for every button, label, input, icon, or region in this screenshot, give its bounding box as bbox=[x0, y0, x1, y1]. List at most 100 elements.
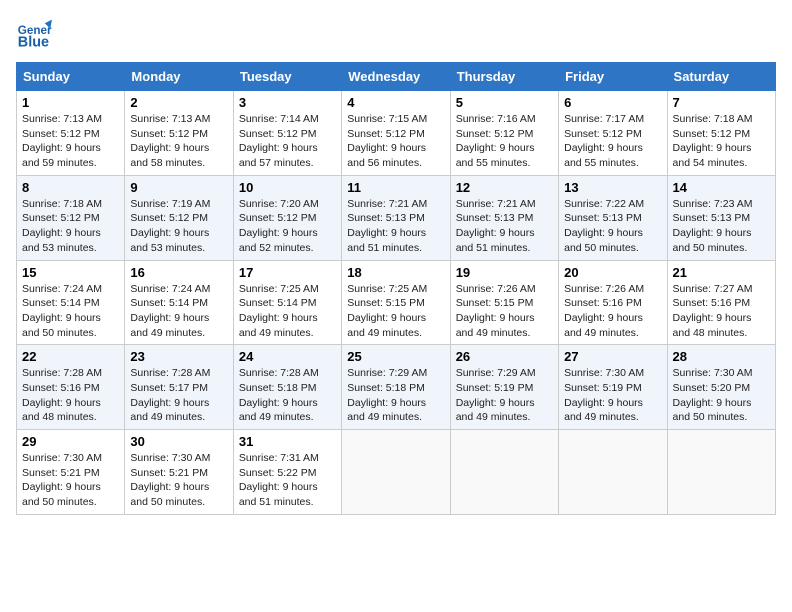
calendar-day-cell: 31 Sunrise: 7:31 AMSunset: 5:22 PMDaylig… bbox=[233, 430, 341, 515]
calendar-day-cell: 27 Sunrise: 7:30 AMSunset: 5:19 PMDaylig… bbox=[559, 345, 667, 430]
calendar-day-cell: 16 Sunrise: 7:24 AMSunset: 5:14 PMDaylig… bbox=[125, 260, 233, 345]
calendar-day-cell: 1 Sunrise: 7:13 AMSunset: 5:12 PMDayligh… bbox=[17, 91, 125, 176]
day-number: 17 bbox=[239, 265, 336, 280]
calendar-day-cell: 25 Sunrise: 7:29 AMSunset: 5:18 PMDaylig… bbox=[342, 345, 450, 430]
day-info: Sunrise: 7:13 AMSunset: 5:12 PMDaylight:… bbox=[22, 113, 102, 169]
day-number: 4 bbox=[347, 95, 444, 110]
calendar-day-cell: 15 Sunrise: 7:24 AMSunset: 5:14 PMDaylig… bbox=[17, 260, 125, 345]
day-info: Sunrise: 7:24 AMSunset: 5:14 PMDaylight:… bbox=[130, 283, 210, 339]
calendar-day-cell: 29 Sunrise: 7:30 AMSunset: 5:21 PMDaylig… bbox=[17, 430, 125, 515]
day-info: Sunrise: 7:30 AMSunset: 5:21 PMDaylight:… bbox=[130, 452, 210, 508]
day-number: 29 bbox=[22, 434, 119, 449]
header-monday: Monday bbox=[125, 63, 233, 91]
calendar-day-cell: 6 Sunrise: 7:17 AMSunset: 5:12 PMDayligh… bbox=[559, 91, 667, 176]
day-info: Sunrise: 7:17 AMSunset: 5:12 PMDaylight:… bbox=[564, 113, 644, 169]
day-info: Sunrise: 7:25 AMSunset: 5:14 PMDaylight:… bbox=[239, 283, 319, 339]
calendar-day-cell: 19 Sunrise: 7:26 AMSunset: 5:15 PMDaylig… bbox=[450, 260, 558, 345]
calendar-day-cell: 21 Sunrise: 7:27 AMSunset: 5:16 PMDaylig… bbox=[667, 260, 775, 345]
calendar-day-cell: 24 Sunrise: 7:28 AMSunset: 5:18 PMDaylig… bbox=[233, 345, 341, 430]
day-number: 10 bbox=[239, 180, 336, 195]
calendar-week-row: 22 Sunrise: 7:28 AMSunset: 5:16 PMDaylig… bbox=[17, 345, 776, 430]
calendar-day-cell bbox=[450, 430, 558, 515]
header-sunday: Sunday bbox=[17, 63, 125, 91]
calendar-week-row: 1 Sunrise: 7:13 AMSunset: 5:12 PMDayligh… bbox=[17, 91, 776, 176]
logo: General Blue bbox=[16, 16, 56, 52]
day-number: 23 bbox=[130, 349, 227, 364]
svg-text:Blue: Blue bbox=[18, 35, 49, 51]
calendar-day-cell: 9 Sunrise: 7:19 AMSunset: 5:12 PMDayligh… bbox=[125, 175, 233, 260]
day-number: 27 bbox=[564, 349, 661, 364]
day-info: Sunrise: 7:24 AMSunset: 5:14 PMDaylight:… bbox=[22, 283, 102, 339]
calendar-day-cell: 28 Sunrise: 7:30 AMSunset: 5:20 PMDaylig… bbox=[667, 345, 775, 430]
day-number: 21 bbox=[673, 265, 770, 280]
day-info: Sunrise: 7:15 AMSunset: 5:12 PMDaylight:… bbox=[347, 113, 427, 169]
day-number: 31 bbox=[239, 434, 336, 449]
day-info: Sunrise: 7:28 AMSunset: 5:17 PMDaylight:… bbox=[130, 367, 210, 423]
calendar-day-cell: 7 Sunrise: 7:18 AMSunset: 5:12 PMDayligh… bbox=[667, 91, 775, 176]
day-info: Sunrise: 7:29 AMSunset: 5:18 PMDaylight:… bbox=[347, 367, 427, 423]
day-number: 13 bbox=[564, 180, 661, 195]
day-info: Sunrise: 7:14 AMSunset: 5:12 PMDaylight:… bbox=[239, 113, 319, 169]
header: General Blue bbox=[16, 16, 776, 52]
day-number: 3 bbox=[239, 95, 336, 110]
header-friday: Friday bbox=[559, 63, 667, 91]
day-info: Sunrise: 7:20 AMSunset: 5:12 PMDaylight:… bbox=[239, 198, 319, 254]
calendar-day-cell: 10 Sunrise: 7:20 AMSunset: 5:12 PMDaylig… bbox=[233, 175, 341, 260]
day-info: Sunrise: 7:18 AMSunset: 5:12 PMDaylight:… bbox=[22, 198, 102, 254]
day-number: 20 bbox=[564, 265, 661, 280]
calendar-day-cell: 26 Sunrise: 7:29 AMSunset: 5:19 PMDaylig… bbox=[450, 345, 558, 430]
calendar-day-cell: 11 Sunrise: 7:21 AMSunset: 5:13 PMDaylig… bbox=[342, 175, 450, 260]
calendar-day-cell bbox=[342, 430, 450, 515]
day-number: 8 bbox=[22, 180, 119, 195]
calendar-day-cell: 2 Sunrise: 7:13 AMSunset: 5:12 PMDayligh… bbox=[125, 91, 233, 176]
day-info: Sunrise: 7:26 AMSunset: 5:16 PMDaylight:… bbox=[564, 283, 644, 339]
day-number: 18 bbox=[347, 265, 444, 280]
calendar-day-cell: 3 Sunrise: 7:14 AMSunset: 5:12 PMDayligh… bbox=[233, 91, 341, 176]
day-info: Sunrise: 7:19 AMSunset: 5:12 PMDaylight:… bbox=[130, 198, 210, 254]
day-info: Sunrise: 7:18 AMSunset: 5:12 PMDaylight:… bbox=[673, 113, 753, 169]
header-saturday: Saturday bbox=[667, 63, 775, 91]
day-number: 9 bbox=[130, 180, 227, 195]
header-thursday: Thursday bbox=[450, 63, 558, 91]
calendar-day-cell: 30 Sunrise: 7:30 AMSunset: 5:21 PMDaylig… bbox=[125, 430, 233, 515]
day-info: Sunrise: 7:28 AMSunset: 5:16 PMDaylight:… bbox=[22, 367, 102, 423]
calendar-day-cell: 22 Sunrise: 7:28 AMSunset: 5:16 PMDaylig… bbox=[17, 345, 125, 430]
day-number: 2 bbox=[130, 95, 227, 110]
calendar-day-cell: 13 Sunrise: 7:22 AMSunset: 5:13 PMDaylig… bbox=[559, 175, 667, 260]
day-number: 14 bbox=[673, 180, 770, 195]
day-info: Sunrise: 7:22 AMSunset: 5:13 PMDaylight:… bbox=[564, 198, 644, 254]
day-number: 15 bbox=[22, 265, 119, 280]
day-number: 26 bbox=[456, 349, 553, 364]
day-number: 25 bbox=[347, 349, 444, 364]
calendar-day-cell bbox=[559, 430, 667, 515]
calendar-day-cell: 14 Sunrise: 7:23 AMSunset: 5:13 PMDaylig… bbox=[667, 175, 775, 260]
calendar-header-row: SundayMondayTuesdayWednesdayThursdayFrid… bbox=[17, 63, 776, 91]
day-info: Sunrise: 7:21 AMSunset: 5:13 PMDaylight:… bbox=[347, 198, 427, 254]
day-info: Sunrise: 7:31 AMSunset: 5:22 PMDaylight:… bbox=[239, 452, 319, 508]
day-info: Sunrise: 7:25 AMSunset: 5:15 PMDaylight:… bbox=[347, 283, 427, 339]
day-number: 1 bbox=[22, 95, 119, 110]
calendar-week-row: 8 Sunrise: 7:18 AMSunset: 5:12 PMDayligh… bbox=[17, 175, 776, 260]
day-info: Sunrise: 7:30 AMSunset: 5:20 PMDaylight:… bbox=[673, 367, 753, 423]
calendar-week-row: 29 Sunrise: 7:30 AMSunset: 5:21 PMDaylig… bbox=[17, 430, 776, 515]
calendar-day-cell: 12 Sunrise: 7:21 AMSunset: 5:13 PMDaylig… bbox=[450, 175, 558, 260]
day-info: Sunrise: 7:30 AMSunset: 5:19 PMDaylight:… bbox=[564, 367, 644, 423]
day-number: 5 bbox=[456, 95, 553, 110]
day-info: Sunrise: 7:26 AMSunset: 5:15 PMDaylight:… bbox=[456, 283, 536, 339]
calendar-table: SundayMondayTuesdayWednesdayThursdayFrid… bbox=[16, 62, 776, 515]
day-info: Sunrise: 7:23 AMSunset: 5:13 PMDaylight:… bbox=[673, 198, 753, 254]
calendar-week-row: 15 Sunrise: 7:24 AMSunset: 5:14 PMDaylig… bbox=[17, 260, 776, 345]
calendar-day-cell bbox=[667, 430, 775, 515]
day-number: 22 bbox=[22, 349, 119, 364]
header-wednesday: Wednesday bbox=[342, 63, 450, 91]
day-info: Sunrise: 7:29 AMSunset: 5:19 PMDaylight:… bbox=[456, 367, 536, 423]
calendar-day-cell: 18 Sunrise: 7:25 AMSunset: 5:15 PMDaylig… bbox=[342, 260, 450, 345]
calendar-day-cell: 5 Sunrise: 7:16 AMSunset: 5:12 PMDayligh… bbox=[450, 91, 558, 176]
logo-icon: General Blue bbox=[16, 16, 52, 52]
day-number: 16 bbox=[130, 265, 227, 280]
day-info: Sunrise: 7:27 AMSunset: 5:16 PMDaylight:… bbox=[673, 283, 753, 339]
day-info: Sunrise: 7:16 AMSunset: 5:12 PMDaylight:… bbox=[456, 113, 536, 169]
calendar-day-cell: 8 Sunrise: 7:18 AMSunset: 5:12 PMDayligh… bbox=[17, 175, 125, 260]
calendar-day-cell: 20 Sunrise: 7:26 AMSunset: 5:16 PMDaylig… bbox=[559, 260, 667, 345]
day-number: 19 bbox=[456, 265, 553, 280]
